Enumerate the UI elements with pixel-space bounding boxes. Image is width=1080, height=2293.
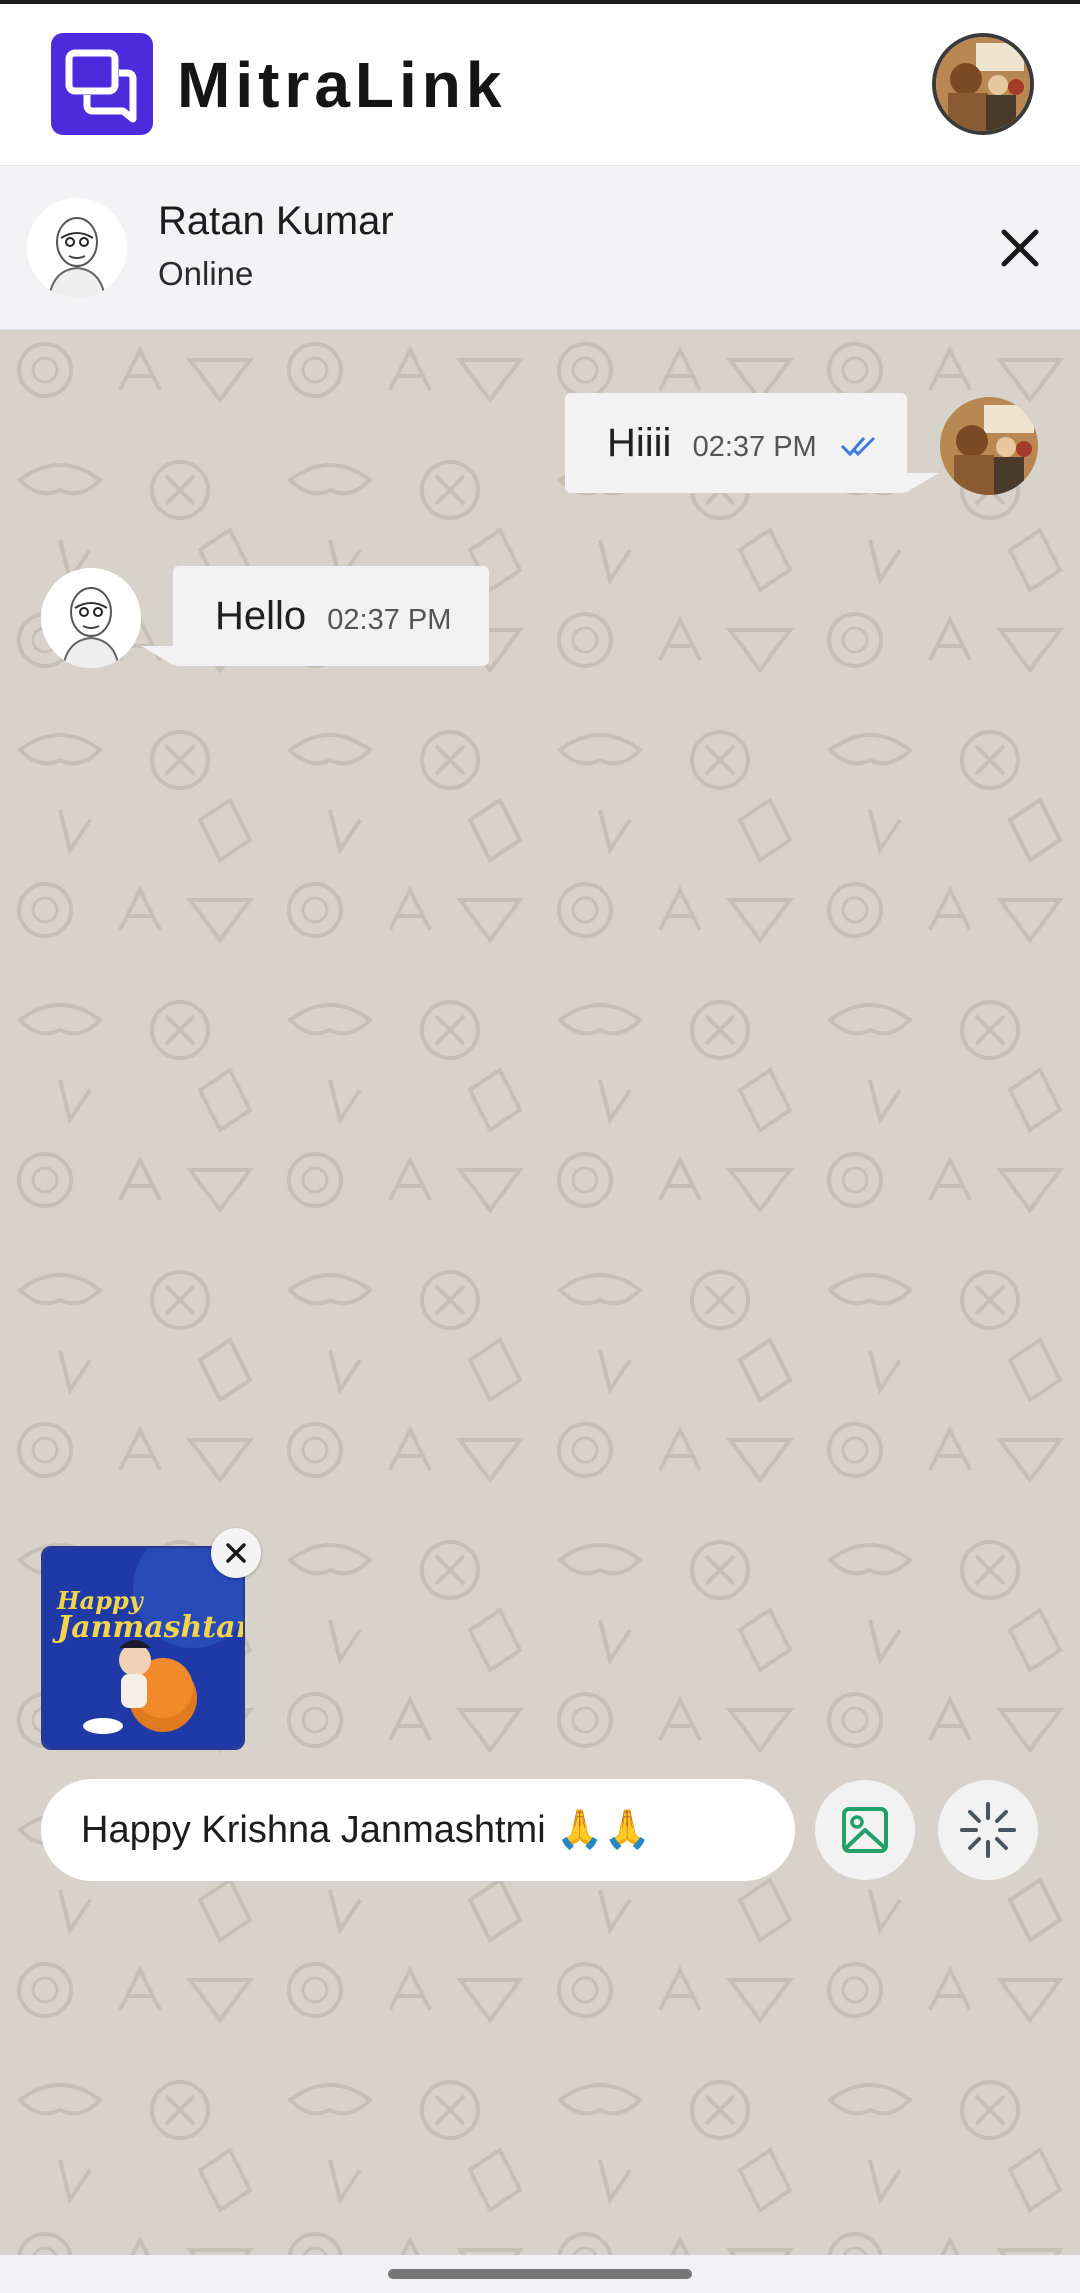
close-icon bbox=[1001, 229, 1039, 267]
ai-suggest-button[interactable] bbox=[938, 1780, 1038, 1880]
app-title: MitraLink bbox=[177, 49, 507, 121]
message-bubble-outgoing[interactable]: Hiiii 02:37 PM bbox=[565, 393, 907, 493]
contact-status: Online bbox=[158, 255, 254, 292]
home-indicator[interactable] bbox=[388, 2269, 692, 2279]
close-icon bbox=[226, 1543, 246, 1563]
message-input[interactable] bbox=[41, 1779, 795, 1881]
message-time: 02:37 PM bbox=[692, 431, 817, 463]
profile-avatar[interactable] bbox=[932, 33, 1034, 135]
contact-name: Ratan Kumar bbox=[158, 199, 394, 243]
app-logo bbox=[51, 33, 153, 135]
message-text: Hiiii bbox=[607, 421, 672, 465]
contact-message-avatar[interactable] bbox=[41, 568, 141, 668]
chat-wallpaper-pattern bbox=[0, 330, 1080, 2255]
image-icon bbox=[842, 1807, 888, 1853]
sender-avatar[interactable] bbox=[940, 397, 1038, 495]
chat-header: Ratan Kumar Online bbox=[0, 166, 1080, 330]
message-text: Hello bbox=[215, 594, 307, 638]
close-chat-button[interactable] bbox=[990, 218, 1050, 278]
app-bar: MitraLink bbox=[0, 4, 1080, 166]
bubble-tail bbox=[141, 646, 175, 666]
bubble-tail bbox=[905, 473, 939, 493]
attachment-caption: Janmashtami bbox=[57, 1610, 243, 1645]
attach-image-button[interactable] bbox=[815, 1780, 915, 1880]
chat-message-area[interactable]: Hiiii 02:37 PM Hello 02:37 PM Happy Janm… bbox=[0, 330, 1080, 2255]
contact-avatar[interactable] bbox=[27, 198, 127, 298]
double-check-icon bbox=[840, 395, 880, 495]
chat-bubbles-icon bbox=[65, 49, 137, 123]
message-time: 02:37 PM bbox=[327, 604, 452, 636]
sparkle-icon bbox=[960, 1802, 1016, 1858]
message-bubble-incoming[interactable]: Hello 02:37 PM bbox=[173, 566, 489, 666]
system-nav-bar bbox=[0, 2255, 1080, 2293]
remove-attachment-button[interactable] bbox=[211, 1528, 261, 1578]
